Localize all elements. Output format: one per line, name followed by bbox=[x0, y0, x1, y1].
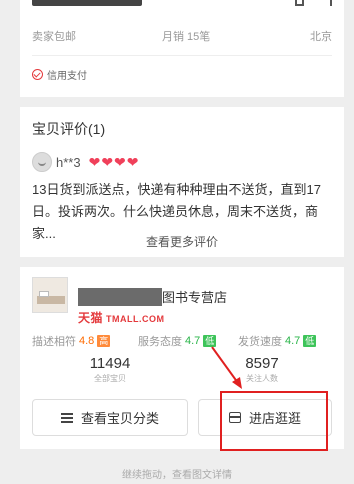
reviews-card: 宝贝评价(1) h**3 ❤ ❤ ❤ ❤ 13日货到派送点，快递有种种理由不送货… bbox=[20, 107, 344, 257]
stat-all-items[interactable]: 11494 全部宝贝 bbox=[50, 355, 170, 384]
shipping-text: 卖家包邮 bbox=[32, 31, 76, 43]
heart-icon: ❤ bbox=[88, 154, 101, 170]
review-username: h**3 bbox=[56, 154, 81, 170]
more-icon[interactable] bbox=[330, 0, 332, 6]
cropped-title bbox=[32, 0, 142, 6]
rating-service: 服务态度 4.7 低 bbox=[138, 335, 217, 348]
tmall-logo: 天猫 TMALL.COM bbox=[78, 311, 165, 325]
review-user: h**3 ❤ ❤ ❤ ❤ bbox=[32, 152, 139, 172]
view-categories-button[interactable]: 查看宝贝分类 bbox=[32, 399, 188, 436]
list-icon bbox=[60, 412, 73, 423]
shop-logo[interactable] bbox=[32, 277, 68, 313]
shop-name[interactable]: 图书专营店 bbox=[78, 287, 227, 306]
heart-icon: ❤ bbox=[126, 154, 139, 170]
heart-icon: ❤ bbox=[101, 154, 114, 170]
avatar bbox=[32, 152, 52, 172]
credit-pay-label: 信用支付 bbox=[47, 71, 87, 82]
check-circle-icon bbox=[32, 69, 43, 80]
share-icon[interactable] bbox=[295, 0, 304, 6]
highlight-box bbox=[220, 391, 328, 451]
item-info-card: 卖家包邮 月销 15笔 北京 信用支付 bbox=[20, 0, 344, 97]
rating-shipping: 发货速度 4.7 低 bbox=[238, 335, 317, 348]
reviews-title[interactable]: 宝贝评价(1) bbox=[32, 119, 105, 139]
view-more-reviews-link[interactable]: 查看更多评价 bbox=[20, 233, 344, 250]
shipping-row: 卖家包邮 月销 15笔 北京 bbox=[32, 28, 332, 44]
shop-ratings: 描述相符 4.8 高 服务态度 4.7 低 发货速度 4.7 低 bbox=[32, 333, 332, 349]
location: 北京 bbox=[310, 31, 332, 43]
redacted-name bbox=[78, 287, 162, 306]
heart-icon: ❤ bbox=[114, 154, 126, 170]
shop-name-suffix: 图书专营店 bbox=[162, 290, 228, 305]
divider bbox=[32, 55, 332, 56]
monthly-sales: 月销 15笔 bbox=[162, 31, 211, 43]
stat-followers[interactable]: 8597 关注人数 bbox=[202, 355, 322, 384]
drag-hint: 继续拖动，查看图文详情 bbox=[122, 470, 232, 481]
shop-stats: 11494 全部宝贝 8597 关注人数 bbox=[20, 355, 344, 389]
buyer-level-hearts: ❤ ❤ ❤ ❤ bbox=[89, 155, 139, 169]
credit-pay: 信用支付 bbox=[32, 67, 87, 82]
rating-description: 描述相符 4.8 高 bbox=[32, 335, 111, 348]
top-bar bbox=[20, 0, 344, 10]
